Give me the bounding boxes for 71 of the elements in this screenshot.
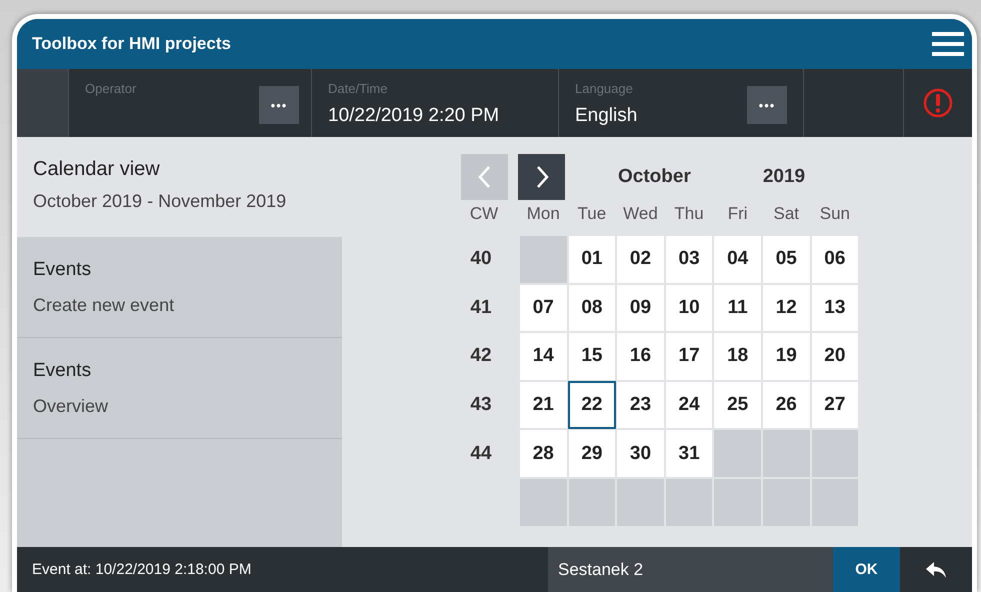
day-cell[interactable]: 23 bbox=[616, 380, 665, 430]
day-cell[interactable]: 12 bbox=[762, 284, 811, 332]
day-cell[interactable]: 10 bbox=[664, 284, 714, 332]
week-number: 42 bbox=[470, 345, 492, 368]
weekday-label: Fri bbox=[728, 204, 748, 224]
day-cell[interactable]: 13 bbox=[810, 284, 860, 332]
field-value: English bbox=[575, 105, 638, 127]
weekday-label: Tue bbox=[578, 204, 606, 224]
day-cell[interactable]: 31 bbox=[664, 429, 714, 478]
section-title: Calendar view bbox=[33, 158, 161, 181]
event-name-field[interactable]: Sestanek 2 bbox=[548, 547, 833, 592]
menu-icon bbox=[932, 31, 964, 57]
day-cell[interactable]: 24 bbox=[664, 380, 714, 430]
window-title: Toolbox for HMI projects bbox=[32, 34, 231, 54]
day-cell[interactable]: 19 bbox=[762, 332, 811, 381]
field-value: 10/22/2019 2:20 PM bbox=[328, 105, 500, 127]
item-title: Events bbox=[33, 259, 92, 281]
weekday-label: Wed bbox=[623, 204, 658, 224]
day-cell[interactable]: 20 bbox=[810, 332, 860, 381]
day-cell[interactable]: 21 bbox=[519, 380, 568, 430]
day-cell[interactable]: 18 bbox=[713, 332, 762, 381]
back-arrow-icon bbox=[925, 560, 947, 578]
date-range: October 2019 - November 2019 bbox=[33, 191, 288, 212]
day-cell[interactable]: 17 bbox=[664, 332, 714, 381]
day-cell[interactable]: 08 bbox=[568, 284, 616, 332]
day-cell[interactable]: 06 bbox=[810, 235, 860, 284]
sidebar-item[interactable]: Events Create new event bbox=[17, 237, 342, 338]
menu-button[interactable] bbox=[932, 31, 964, 57]
alarm-icon[interactable] bbox=[923, 88, 953, 118]
day-cell[interactable]: 16 bbox=[616, 332, 665, 381]
sidebar-item[interactable]: Events Overview bbox=[17, 338, 342, 439]
day-cell[interactable]: 01 bbox=[568, 235, 616, 284]
day-cell[interactable]: 03 bbox=[664, 235, 714, 284]
day-cell[interactable]: 22 bbox=[568, 380, 616, 430]
more-button[interactable]: ••• bbox=[747, 86, 787, 124]
day-cell[interactable]: 29 bbox=[568, 429, 616, 478]
day-cell[interactable]: 28 bbox=[519, 429, 568, 478]
day-cell[interactable]: 09 bbox=[616, 284, 665, 332]
weekday-label: Sun bbox=[820, 204, 850, 224]
day-cell[interactable]: 30 bbox=[616, 429, 665, 478]
week-number: 41 bbox=[470, 296, 492, 319]
ok-button[interactable]: OK bbox=[833, 547, 900, 592]
day-cell[interactable]: 14 bbox=[519, 332, 568, 381]
day-cell[interactable]: 27 bbox=[810, 380, 860, 430]
toolbar-block bbox=[17, 69, 69, 137]
item-title: Events bbox=[33, 360, 92, 382]
week-number: 44 bbox=[470, 442, 492, 465]
more-button[interactable]: ••• bbox=[259, 86, 299, 124]
day-cell[interactable]: 05 bbox=[762, 235, 811, 284]
day-cell[interactable]: 26 bbox=[762, 380, 811, 430]
field-label: Language bbox=[575, 81, 633, 96]
weekday-label: Thu bbox=[674, 204, 704, 224]
item-subtitle: Overview bbox=[33, 396, 108, 417]
item-subtitle: Create new event bbox=[33, 295, 174, 316]
field-label: Operator bbox=[85, 81, 136, 96]
field-label: Date/Time bbox=[328, 81, 388, 96]
year-label: 2019 bbox=[762, 166, 806, 188]
day-cell[interactable]: 04 bbox=[713, 235, 762, 284]
day-cell[interactable]: 15 bbox=[568, 332, 616, 381]
week-number: 43 bbox=[470, 394, 492, 416]
week-number: 40 bbox=[470, 248, 492, 270]
day-cell[interactable]: 07 bbox=[519, 284, 568, 332]
next-button[interactable] bbox=[518, 154, 565, 200]
day-cell[interactable]: 25 bbox=[713, 380, 762, 430]
column-header: CW bbox=[470, 204, 498, 224]
weekday-label: Sat bbox=[774, 204, 800, 224]
day-cell[interactable]: 11 bbox=[713, 284, 762, 332]
event-time: Event at: 10/22/2019 2:18:00 PM bbox=[32, 561, 252, 578]
weekday-label: Mon bbox=[526, 204, 560, 224]
day-cell[interactable]: 02 bbox=[616, 235, 665, 284]
month-label: October bbox=[618, 166, 691, 188]
